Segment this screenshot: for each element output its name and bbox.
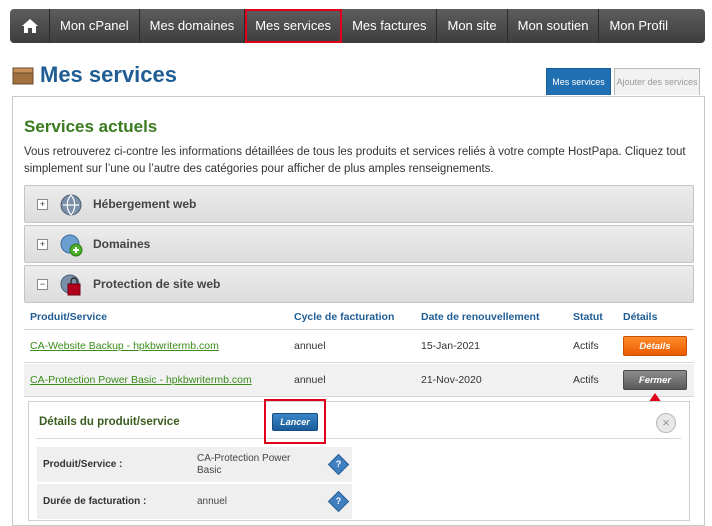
- product-link[interactable]: CA-Protection Power Basic - hpkbwritermb…: [30, 374, 252, 386]
- launch-highlight: Lancer: [264, 399, 326, 444]
- category-domains[interactable]: + Domaines: [24, 225, 694, 263]
- detail-key: Durée de facturation :: [43, 496, 147, 507]
- help-icon[interactable]: ?: [327, 453, 350, 476]
- home-icon[interactable]: [10, 9, 50, 43]
- nav-my-services[interactable]: Mes services: [245, 9, 343, 43]
- category-label: Protection de site web: [93, 277, 221, 291]
- detail-key: Produit/Service :: [43, 459, 123, 470]
- close-details-button[interactable]: Fermer: [623, 370, 687, 390]
- billing-cycle: annuel: [294, 374, 326, 386]
- nav-my-site[interactable]: Mon site: [437, 9, 508, 43]
- col-billing-cycle: Cycle de facturation: [294, 311, 395, 323]
- status: Actifs: [573, 340, 599, 352]
- category-label: Hébergement web: [93, 197, 197, 211]
- col-status: Statut: [573, 311, 603, 323]
- detail-value: annuel: [197, 496, 228, 507]
- expand-icon[interactable]: +: [37, 199, 48, 210]
- table-row: CA-Website Backup - hpkbwritermb.com ann…: [24, 330, 694, 363]
- col-renewal-date: Date de renouvellement: [421, 311, 540, 323]
- renewal-date: 15-Jan-2021: [421, 340, 480, 352]
- category-site-protection[interactable]: − Protection de site web: [24, 265, 694, 303]
- billing-cycle: annuel: [294, 340, 326, 352]
- collapse-icon[interactable]: −: [37, 279, 48, 290]
- category-label: Domaines: [93, 237, 151, 251]
- expand-icon[interactable]: +: [37, 239, 48, 250]
- divider: [36, 438, 681, 439]
- details-button[interactable]: Détails: [623, 336, 687, 356]
- table-row: CA-Protection Power Basic - hpkbwritermb…: [24, 364, 694, 397]
- top-navigation: Mon cPanel Mes domaines Mes services Mes…: [10, 9, 705, 43]
- col-details: Détails: [623, 311, 658, 323]
- tab-add-services[interactable]: Ajouter des services: [614, 68, 700, 95]
- launch-button[interactable]: Lancer: [272, 413, 318, 431]
- nav-my-domains[interactable]: Mes domaines: [140, 9, 246, 43]
- page-title: Mes services: [40, 62, 177, 87]
- details-title: Détails du produit/service: [39, 416, 180, 428]
- help-icon[interactable]: ?: [327, 490, 350, 513]
- services-box-icon: [12, 67, 34, 85]
- web-hosting-icon: [60, 194, 82, 216]
- detail-value: CA-Protection Power Basic: [197, 453, 291, 476]
- renewal-date: 21-Nov-2020: [421, 374, 482, 386]
- status: Actifs: [573, 374, 599, 386]
- section-description: Vous retrouverez ci-contre les informati…: [24, 146, 686, 175]
- nav-my-profile[interactable]: Mon Profil: [599, 9, 678, 43]
- domains-icon: [60, 234, 83, 257]
- site-protection-icon: [60, 274, 81, 296]
- nav-my-support[interactable]: Mon soutien: [508, 9, 600, 43]
- detail-row-product: Produit/Service : CA-Protection Power Ba…: [37, 447, 352, 483]
- category-web-hosting[interactable]: + Hébergement web: [24, 185, 694, 223]
- tab-my-services[interactable]: Mes services: [546, 68, 611, 95]
- col-product: Produit/Service: [30, 311, 108, 323]
- services-table-header: Produit/Service Cycle de facturation Dat…: [24, 305, 694, 330]
- close-icon[interactable]: ×: [656, 413, 676, 433]
- section-title: Services actuels: [24, 117, 158, 136]
- product-link[interactable]: CA-Website Backup - hpkbwritermb.com: [30, 340, 219, 352]
- nav-my-cpanel[interactable]: Mon cPanel: [50, 9, 140, 43]
- nav-my-invoices[interactable]: Mes factures: [342, 9, 438, 43]
